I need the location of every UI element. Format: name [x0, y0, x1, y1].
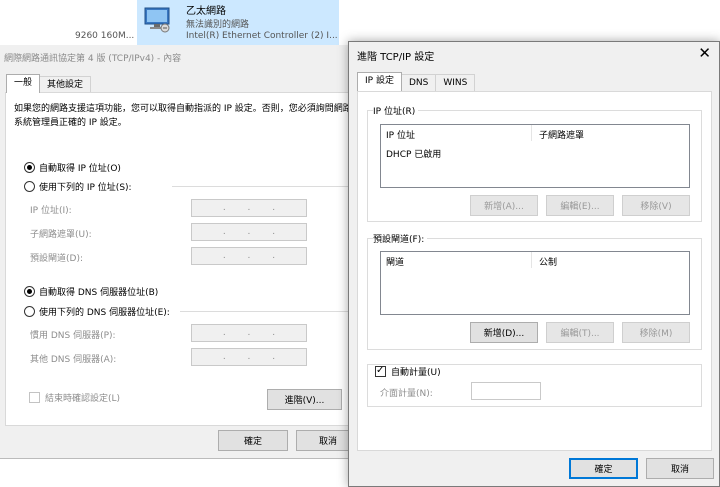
manual-ip-label: 使用下列的 IP 位址(S):: [39, 183, 132, 193]
dot: .: [222, 203, 226, 213]
gateway-column-header[interactable]: 閘道: [386, 255, 404, 268]
auto-dns-option[interactable]: 自動取得 DNS 伺服器位址(B): [24, 285, 158, 298]
dot: .: [247, 203, 251, 213]
tab-wins[interactable]: WINS: [435, 74, 476, 91]
validate-on-exit-option[interactable]: 結束時確認設定(L): [29, 391, 120, 404]
network-connections-window: 9260 160M... 乙太網路 無法識別的網路 Intel(R) Ether…: [0, 0, 385, 45]
dot: .: [247, 227, 251, 237]
auto-dns-label: 自動取得 DNS 伺服器位址(B): [39, 288, 159, 298]
ipv4-ok-button[interactable]: 確定: [218, 430, 288, 451]
auto-metric-label: 自動計量(U): [391, 368, 441, 378]
dot: .: [222, 227, 226, 237]
auto-ip-radio[interactable]: [24, 162, 35, 173]
tab-general[interactable]: 一般: [6, 74, 41, 93]
dot: .: [272, 251, 276, 261]
manual-ip-radio[interactable]: [24, 181, 35, 192]
gateway-add-button[interactable]: 新增(D)...: [470, 322, 538, 343]
dot: .: [247, 328, 251, 338]
subnet-mask-label: 子網路遮罩(U):: [30, 230, 92, 240]
adapter-partial-text: 9260 160M...: [75, 31, 135, 41]
ipv4-description: 如果您的網路支援這項功能，您可以取得自動指派的 IP 設定。否則，您必須詢問網路…: [14, 104, 352, 128]
ip-edit-button[interactable]: 編輯(E)...: [546, 195, 614, 216]
ip-add-button[interactable]: 新增(A)...: [470, 195, 538, 216]
manual-ip-option[interactable]: 使用下列的 IP 位址(S):: [24, 180, 132, 193]
validate-on-exit-checkbox[interactable]: [29, 392, 40, 403]
manual-dns-option[interactable]: 使用下列的 DNS 伺服器位址(E):: [24, 305, 170, 318]
gateway-group-label: 預設閘道(F):: [373, 232, 428, 245]
ip-settings-tab-panel: IP 位址(R) IP 位址 子網路遮罩 DHCP 已啟用 新增(A)... 編…: [357, 91, 712, 451]
auto-ip-option[interactable]: 自動取得 IP 位址(O): [24, 161, 121, 174]
dot: .: [272, 352, 276, 362]
adapter-status: 無法識別的網路: [186, 20, 250, 30]
dot: .: [247, 251, 251, 261]
column-separator: [531, 125, 532, 141]
adapter-name: 乙太網路: [186, 6, 226, 17]
dot: .: [272, 227, 276, 237]
dot: .: [247, 352, 251, 362]
column-separator: [531, 252, 532, 268]
dot: .: [222, 328, 226, 338]
validate-on-exit-label: 結束時確認設定(L): [45, 394, 121, 404]
ipv4-dialog-title: 網際網路通訊協定第 4 版 (TCP/IPv4) - 內容: [4, 54, 182, 64]
manual-dns-radio[interactable]: [24, 306, 35, 317]
dot: .: [222, 352, 226, 362]
tab-alternate-config[interactable]: 其他設定: [39, 76, 92, 93]
manual-ip-divider: [172, 186, 358, 187]
auto-metric-checkbox[interactable]: [375, 364, 386, 378]
dot: .: [272, 328, 276, 338]
advanced-tabs: IP 設定 DNS WINS: [357, 72, 476, 91]
advanced-ok-button[interactable]: 確定: [569, 458, 638, 479]
preferred-dns-field[interactable]: ...: [191, 324, 307, 342]
interface-metric-label: 介面計量(N):: [380, 389, 433, 399]
advanced-dialog-title: 進階 TCP/IP 設定: [357, 52, 435, 63]
ip-address-label: IP 位址(I):: [30, 206, 72, 216]
ip-address-group-label: IP 位址(R): [373, 104, 419, 117]
auto-metric-option[interactable]: 自動計量(U): [375, 364, 441, 378]
subnet-column-header[interactable]: 子網路遮罩: [539, 128, 584, 141]
tab-dns[interactable]: DNS: [400, 74, 437, 91]
gateway-edit-button[interactable]: 編輯(T)...: [546, 322, 614, 343]
gateway-remove-button[interactable]: 移除(M): [622, 322, 690, 343]
subnet-mask-field[interactable]: ...: [191, 223, 307, 241]
list-item[interactable]: DHCP 已啟用: [386, 147, 441, 160]
close-icon[interactable]: ✕: [698, 44, 711, 62]
alternate-dns-field[interactable]: ...: [191, 348, 307, 366]
tab-ip-settings[interactable]: IP 設定: [357, 72, 402, 91]
default-gateway-label: 預設閘道(D):: [30, 254, 83, 264]
default-gateway-field[interactable]: ...: [191, 247, 307, 265]
ip-remove-button[interactable]: 移除(V): [622, 195, 690, 216]
auto-ip-label: 自動取得 IP 位址(O): [39, 164, 121, 174]
ipv4-tabs: 一般 其他設定: [6, 74, 92, 93]
advanced-tcpip-dialog: 進階 TCP/IP 設定 ✕ IP 設定 DNS WINS IP 位址(R) I…: [348, 41, 720, 487]
auto-dns-radio[interactable]: [24, 286, 35, 297]
advanced-cancel-button[interactable]: 取消: [646, 458, 714, 479]
manual-dns-divider: [180, 311, 358, 312]
network-adapter-icon: [144, 7, 170, 33]
advanced-button[interactable]: 進階(V)...: [267, 389, 342, 410]
ip-address-list[interactable]: IP 位址 子網路遮罩 DHCP 已啟用: [380, 124, 690, 188]
interface-metric-field[interactable]: [471, 382, 541, 400]
dot: .: [222, 251, 226, 261]
gateway-list[interactable]: 閘道 公制: [380, 251, 690, 315]
adapter-device: Intel(R) Ethernet Controller (2) I...: [186, 31, 338, 41]
ip-address-field[interactable]: ...: [191, 199, 307, 217]
ip-column-header[interactable]: IP 位址: [386, 128, 415, 141]
metric-column-header[interactable]: 公制: [539, 255, 557, 268]
dot: .: [272, 203, 276, 213]
alternate-dns-label: 其他 DNS 伺服器(A):: [30, 355, 117, 365]
manual-dns-label: 使用下列的 DNS 伺服器位址(E):: [39, 308, 170, 318]
preferred-dns-label: 慣用 DNS 伺服器(P):: [30, 331, 116, 341]
